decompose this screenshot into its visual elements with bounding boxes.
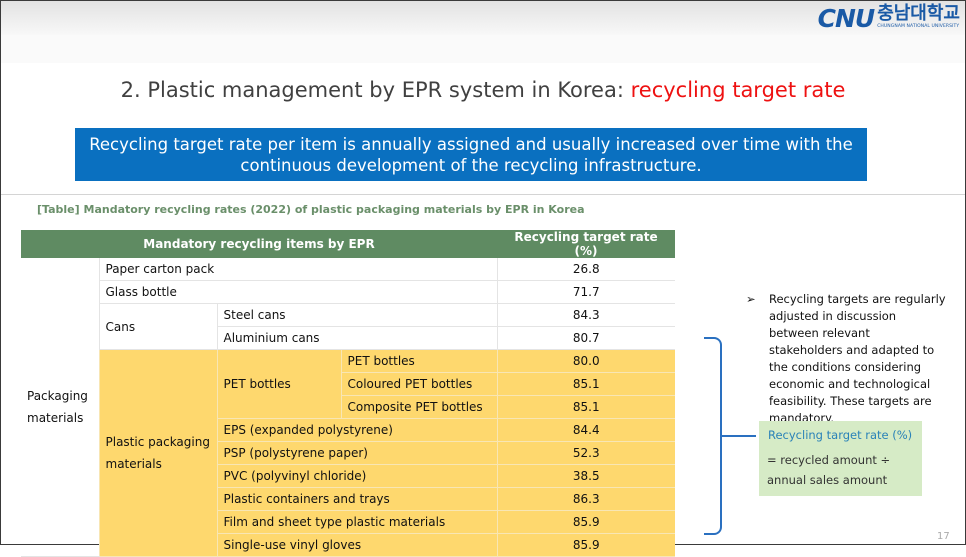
row-label-vinyl-gloves: Single-use vinyl gloves xyxy=(216,533,497,557)
page-number: 17 xyxy=(937,531,950,542)
row-label-pet-bottles: PET bottles xyxy=(340,349,497,373)
university-logo: CNU 충남대학교 CHUNGNAM NATIONAL UNIVERSITY xyxy=(818,4,960,34)
rate-steel-cans: 84.3 xyxy=(496,303,675,327)
rate-coloured-pet: 85.1 xyxy=(496,372,675,396)
rate-film-sheet: 85.9 xyxy=(496,510,675,534)
table-row: Plastic packaging materials PET bottles … xyxy=(21,349,675,557)
group-packaging-materials: Packaging materials xyxy=(21,258,99,557)
rate-containers-trays: 86.3 xyxy=(496,487,675,511)
notes-text: Recycling targets are regularly adjusted… xyxy=(769,292,946,425)
formula-line-1: = recycled amount ÷ xyxy=(767,453,891,467)
table-caption: [Table] Mandatory recycling rates (2022)… xyxy=(37,203,585,216)
formula-box: Recycling target rate (%) = recycled amo… xyxy=(759,421,922,496)
bracket-pointer-line xyxy=(722,435,756,437)
section-divider xyxy=(1,194,965,195)
row-label-eps: EPS (expanded polystyrene) xyxy=(216,418,497,442)
table-row: Glass bottle 71.7 xyxy=(21,280,675,304)
slide-title-prefix: 2. Plastic management by EPR system in K… xyxy=(120,78,631,102)
row-label-coloured-pet: Coloured PET bottles xyxy=(340,372,497,396)
row-label-composite-pet: Composite PET bottles xyxy=(340,395,497,419)
notes-block: ➢ Recycling targets are regularly adjust… xyxy=(746,291,946,427)
recycling-rates-table: Mandatory recycling items by EPR Recycli… xyxy=(21,230,675,557)
formula-title: Recycling target rate (%) xyxy=(768,428,913,442)
rate-composite-pet: 85.1 xyxy=(496,395,675,419)
row-label-cans: Cans xyxy=(98,303,217,350)
table-row: Cans Steel cans 84.3 xyxy=(21,303,675,350)
rate-eps: 84.4 xyxy=(496,418,675,442)
logo-english-name: CHUNGNAM NATIONAL UNIVERSITY xyxy=(877,24,960,29)
logo-cnu-text: CNU xyxy=(817,4,876,33)
rate-psp: 52.3 xyxy=(496,441,675,465)
row-label-psp: PSP (polystyrene paper) xyxy=(216,441,497,465)
row-label-glass-bottle: Glass bottle xyxy=(98,280,497,304)
slide-title: 2. Plastic management by EPR system in K… xyxy=(0,78,966,102)
bullet-arrow-icon: ➢ xyxy=(746,292,756,306)
table-row: Packaging materials Paper carton pack 26… xyxy=(21,258,675,557)
row-label-pet-group: PET bottles xyxy=(216,349,341,419)
logo-korean-name: 충남대학교 xyxy=(877,3,960,24)
rate-pvc: 38.5 xyxy=(496,464,675,488)
slide-title-highlight: recycling target rate xyxy=(630,78,846,102)
row-label-steel-cans: Steel cans xyxy=(216,303,497,327)
summary-banner: Recycling target rate per item is annual… xyxy=(75,128,867,181)
rate-paper-carton: 26.8 xyxy=(496,258,675,281)
row-label-aluminium-cans: Aluminium cans xyxy=(216,326,497,350)
table-header-row: Mandatory recycling items by EPR Recycli… xyxy=(21,230,675,258)
row-label-film-sheet: Film and sheet type plastic materials xyxy=(216,510,497,534)
curly-bracket-icon xyxy=(704,337,722,535)
rate-pet-bottles: 80.0 xyxy=(496,349,675,373)
logo-korean-block: 충남대학교 CHUNGNAM NATIONAL UNIVERSITY xyxy=(877,4,960,30)
row-label-pvc: PVC (polyvinyl chloride) xyxy=(216,464,497,488)
rate-glass-bottle: 71.7 xyxy=(496,280,675,304)
row-label-containers-trays: Plastic containers and trays xyxy=(216,487,497,511)
rate-vinyl-gloves: 85.9 xyxy=(496,533,675,557)
header-items: Mandatory recycling items by EPR xyxy=(21,230,497,258)
row-label-paper-carton: Paper carton pack xyxy=(98,258,497,281)
slide-top-band-lower xyxy=(1,35,965,63)
formula-line-2: annual sales amount xyxy=(767,473,888,487)
header-rate: Recycling target rate (%) xyxy=(497,230,675,258)
row-label-plastic-packaging: Plastic packaging materials xyxy=(98,349,217,557)
rate-aluminium-cans: 80.7 xyxy=(496,326,675,350)
